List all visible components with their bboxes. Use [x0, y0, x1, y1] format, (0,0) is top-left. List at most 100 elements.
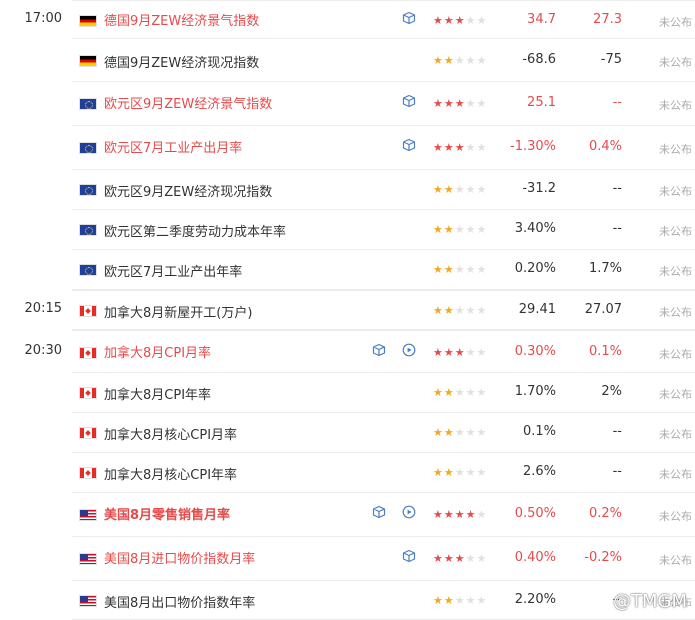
forecast-value: --	[612, 464, 622, 479]
row-content: 欧元区第二季度劳动力成本年率 ★ ★ ★ ★ ★ 3.40% -- 未公布	[72, 210, 695, 250]
flag-ca-icon	[79, 347, 97, 359]
star-empty-icon: ★	[465, 54, 476, 67]
star-filled-icon: ★	[443, 304, 454, 317]
star-empty-icon: ★	[454, 183, 465, 196]
star-filled-icon: ★	[433, 263, 443, 276]
star-empty-icon: ★	[454, 304, 465, 317]
star-filled-icon: ★	[433, 426, 443, 439]
flag-us-icon	[79, 509, 97, 521]
flag-de-icon	[79, 55, 97, 67]
star-filled-icon: ★	[433, 594, 443, 607]
previous-value: 0.40%	[514, 550, 556, 565]
previous-value: -68.6	[522, 52, 556, 67]
flag-de-icon	[79, 15, 97, 27]
importance-stars: ★ ★ ★ ★ ★	[433, 387, 486, 398]
star-empty-icon: ★	[465, 386, 476, 399]
row-content: 欧元区7月工业产出月率 ★ ★ ★ ★ ★ -1.30% 0.4% 未公布	[72, 126, 695, 170]
indicator-name[interactable]: 美国8月进口物价指数月率	[104, 548, 255, 567]
star-empty-icon: ★	[476, 183, 487, 196]
flag-eu-icon	[79, 98, 97, 110]
star-empty-icon: ★	[476, 54, 487, 67]
flag-eu-icon	[79, 184, 97, 196]
indicator-name: 加拿大8月核心CPI年率	[104, 468, 238, 483]
table-row[interactable]: 欧元区9月ZEW经济景气指数 ★ ★ ★ ★ ★ 25.1 -- 未公布	[0, 82, 695, 126]
flag-us-icon	[79, 553, 97, 565]
star-empty-icon: ★	[476, 466, 487, 479]
forecast-value: -75	[600, 52, 622, 67]
table-row[interactable]: 20:30 加拿大8月CPI月率 ★ ★ ★ ★ ★ 0.30% 0.1% 未公布	[0, 330, 695, 373]
video-play-icon[interactable]	[402, 343, 416, 357]
table-row[interactable]: 欧元区第二季度劳动力成本年率 ★ ★ ★ ★ ★ 3.40% -- 未公布	[0, 210, 695, 250]
data-cube-icon[interactable]	[402, 94, 416, 108]
star-filled-icon: ★	[443, 97, 454, 110]
previous-value: -31.2	[522, 181, 556, 196]
release-status: 未公布	[659, 388, 692, 401]
table-row[interactable]: 美国8月进口物价指数月率 ★ ★ ★ ★ ★ 0.40% -0.2% 未公布	[0, 537, 695, 581]
row-content: 加拿大8月核心CPI月率 ★ ★ ★ ★ ★ 0.1% -- 未公布	[72, 413, 695, 453]
star-empty-icon: ★	[476, 386, 487, 399]
data-cube-icon[interactable]	[372, 505, 386, 519]
table-row[interactable]: 加拿大8月核心CPI年率 ★ ★ ★ ★ ★ 2.6% -- 未公布	[0, 453, 695, 493]
previous-value: 3.40%	[514, 221, 556, 236]
release-status: 未公布	[659, 348, 692, 361]
release-status: 未公布	[659, 16, 692, 29]
previous-value: 2.20%	[514, 592, 556, 607]
star-filled-icon: ★	[433, 386, 443, 399]
table-row[interactable]: 20:15 加拿大8月新屋开工(万户) ★ ★ ★ ★ ★ 29.41 27.07 未公布	[0, 290, 695, 330]
table-row[interactable]: 欧元区7月工业产出月率 ★ ★ ★ ★ ★ -1.30% 0.4% 未公布	[0, 126, 695, 170]
star-filled-icon: ★	[433, 304, 443, 317]
importance-stars: ★ ★ ★ ★ ★	[433, 595, 486, 606]
data-cube-icon[interactable]	[402, 138, 416, 152]
flag-us-icon	[79, 595, 97, 607]
importance-stars: ★ ★ ★ ★ ★	[433, 184, 486, 195]
importance-stars: ★ ★ ★ ★ ★	[433, 224, 486, 235]
row-content: 加拿大8月新屋开工(万户) ★ ★ ★ ★ ★ 29.41 27.07 未公布	[72, 290, 695, 330]
indicator-name[interactable]: 欧元区9月ZEW经济景气指数	[104, 93, 272, 112]
star-filled-icon: ★	[454, 97, 465, 110]
indicator-name[interactable]: 加拿大8月CPI月率	[104, 342, 211, 361]
data-cube-icon[interactable]	[402, 11, 416, 25]
data-cube-icon[interactable]	[402, 549, 416, 563]
indicator-name[interactable]: 美国8月零售销售月率	[104, 504, 230, 523]
previous-value: 29.41	[518, 302, 556, 317]
row-time: 17:00	[24, 11, 62, 26]
importance-stars: ★ ★ ★ ★ ★	[433, 509, 486, 520]
table-row[interactable]: 欧元区9月ZEW经济现况指数 ★ ★ ★ ★ ★ -31.2 -- 未公布	[0, 170, 695, 210]
star-filled-icon: ★	[433, 223, 443, 236]
star-empty-icon: ★	[454, 466, 465, 479]
star-filled-icon: ★	[433, 508, 443, 521]
previous-value: 25.1	[527, 95, 556, 110]
flag-eu-icon	[79, 224, 97, 236]
row-content: 加拿大8月核心CPI年率 ★ ★ ★ ★ ★ 2.6% -- 未公布	[72, 453, 695, 493]
indicator-name[interactable]: 欧元区7月工业产出月率	[104, 137, 242, 156]
release-status: 未公布	[659, 185, 692, 198]
table-row[interactable]: 加拿大8月核心CPI月率 ★ ★ ★ ★ ★ 0.1% -- 未公布	[0, 413, 695, 453]
star-filled-icon: ★	[443, 346, 454, 359]
table-row[interactable]: 加拿大8月CPI年率 ★ ★ ★ ★ ★ 1.70% 2% 未公布	[0, 373, 695, 413]
row-content: 德国9月ZEW经济现况指数 ★ ★ ★ ★ ★ -68.6 -75 未公布	[72, 39, 695, 82]
flag-eu-icon	[79, 264, 97, 276]
row-content: 美国8月进口物价指数月率 ★ ★ ★ ★ ★ 0.40% -0.2% 未公布	[72, 537, 695, 581]
star-filled-icon: ★	[454, 141, 465, 154]
data-cube-icon[interactable]	[372, 343, 386, 357]
indicator-name: 加拿大8月新屋开工(万户)	[104, 306, 253, 321]
video-play-icon[interactable]	[402, 505, 416, 519]
table-row[interactable]: 美国8月零售销售月率 ★ ★ ★ ★ ★ 0.50% 0.2% 未公布	[0, 493, 695, 537]
table-row[interactable]: 17:00 德国9月ZEW经济景气指数 ★ ★ ★ ★ ★ 34.7 27.3 未公布	[0, 0, 695, 39]
row-content: 美国8月零售销售月率 ★ ★ ★ ★ ★ 0.50% 0.2% 未公布	[72, 493, 695, 537]
forecast-value: 0.2%	[588, 506, 622, 521]
flag-ca-icon	[79, 467, 97, 479]
previous-value: 0.50%	[514, 506, 556, 521]
release-status: 未公布	[659, 143, 692, 156]
release-status: 未公布	[659, 510, 692, 523]
flag-ca-icon	[79, 427, 97, 439]
star-empty-icon: ★	[476, 508, 487, 521]
star-filled-icon: ★	[433, 97, 443, 110]
indicator-name: 欧元区第二季度劳动力成本年率	[104, 225, 287, 240]
table-row[interactable]: 美国8月出口物价指数年率 ★ ★ ★ ★ ★ 2.20% -- 未公布	[0, 581, 695, 620]
forecast-value: 1.7%	[588, 261, 622, 276]
forecast-value: --	[612, 592, 622, 607]
table-row[interactable]: 德国9月ZEW经济现况指数 ★ ★ ★ ★ ★ -68.6 -75 未公布	[0, 39, 695, 82]
table-row[interactable]: 欧元区7月工业产出年率 ★ ★ ★ ★ ★ 0.20% 1.7% 未公布	[0, 250, 695, 290]
indicator-name[interactable]: 德国9月ZEW经济景气指数	[104, 10, 259, 29]
